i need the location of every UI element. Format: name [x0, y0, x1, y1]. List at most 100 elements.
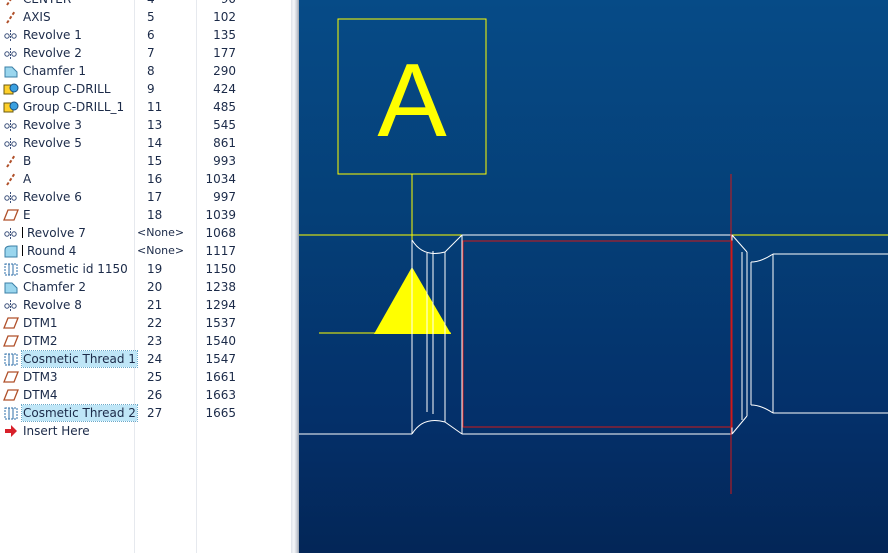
tree-row[interactable]: Revolve 2 7 177 [0, 44, 291, 62]
feature-number: 21 [147, 298, 163, 312]
tree-item-label[interactable]: Revolve 7 [26, 225, 87, 241]
tree-item-label[interactable]: CENTER [22, 0, 72, 7]
shaft-edges [299, 234, 888, 435]
tree-row[interactable]: A 16 1034 [0, 170, 291, 188]
feature-id: 997 [213, 190, 236, 204]
chamfer-icon [3, 280, 19, 294]
round-icon [3, 244, 19, 258]
feature-id: 290 [213, 64, 236, 78]
tree-item-label[interactable]: Revolve 1 [22, 27, 83, 43]
feature-id: 1663 [205, 388, 236, 402]
tree-row[interactable]: AXIS 5 102 [0, 8, 291, 26]
tree-item-label[interactable]: Revolve 6 [22, 189, 83, 205]
feature-number: 27 [147, 406, 163, 420]
tree-item-label[interactable]: Revolve 5 [22, 135, 83, 151]
tree-row[interactable]: CENTER 4 90 [0, 0, 291, 8]
feature-number: 9 [147, 82, 155, 96]
tree-row[interactable]: Cosmetic Thread 2 27 1665 [0, 404, 291, 422]
tree-item-label[interactable]: Chamfer 1 [22, 63, 87, 79]
feature-id: 424 [213, 82, 236, 96]
datum-plane-icon [3, 388, 19, 402]
feature-id: 1034 [205, 172, 236, 186]
tree-row[interactable]: Round 4 <None> 1117 [0, 242, 291, 260]
graphics-window[interactable]: A [299, 0, 888, 553]
tree-item-label[interactable]: AXIS [22, 9, 52, 25]
tree-row[interactable]: Revolve 5 14 861 [0, 134, 291, 152]
model-tree[interactable]: CENTER 4 90 AXIS 5 102 Revolve 1 6 135 Revolve 2 7… [0, 0, 291, 553]
revolve-icon [3, 226, 19, 240]
tree-item-label[interactable]: Chamfer 2 [22, 279, 87, 295]
feature-number: 24 [147, 352, 163, 366]
tree-row[interactable]: Revolve 1 6 135 [0, 26, 291, 44]
tree-row[interactable]: DTM1 22 1537 [0, 314, 291, 332]
tree-row[interactable]: Revolve 6 17 997 [0, 188, 291, 206]
tree-item-label[interactable]: Insert Here [22, 423, 91, 439]
feature-number: 22 [147, 316, 163, 330]
tree-item-label[interactable]: E [22, 207, 32, 223]
feature-id: 102 [213, 10, 236, 24]
feature-id: 1150 [205, 262, 236, 276]
tree-row[interactable]: B 15 993 [0, 152, 291, 170]
feature-id: 1238 [205, 280, 236, 294]
tree-row[interactable]: Revolve 7 <None> 1068 [0, 224, 291, 242]
datum-axis-icon [3, 154, 19, 168]
tree-item-label[interactable]: A [22, 171, 32, 187]
tree-row[interactable]: Group C-DRILL_1 11 485 [0, 98, 291, 116]
tree-row[interactable]: Insert Here [0, 422, 291, 440]
group-icon [3, 100, 19, 114]
insert-here-icon [3, 424, 19, 438]
tree-item-label[interactable]: Group C-DRILL_1 [22, 99, 125, 115]
tree-item-label[interactable]: Group C-DRILL [22, 81, 112, 97]
tree-item-label[interactable]: Cosmetic Thread 2 [21, 404, 138, 422]
tree-item-label[interactable]: DTM1 [22, 315, 59, 331]
feature-number: 18 [147, 208, 163, 222]
feature-number: 26 [147, 388, 163, 402]
tree-row[interactable]: Cosmetic Thread 1 24 1547 [0, 350, 291, 368]
feature-number: 5 [147, 10, 155, 24]
revolve-icon [3, 298, 19, 312]
tree-row[interactable]: Group C-DRILL 9 424 [0, 80, 291, 98]
feature-id: 1117 [205, 244, 236, 258]
revolve-icon [3, 136, 19, 150]
datum-label-text: A [377, 43, 447, 159]
tree-row[interactable]: DTM4 26 1663 [0, 386, 291, 404]
panel-splitter[interactable] [291, 0, 299, 553]
group-icon [3, 82, 19, 96]
datum-plane-icon [3, 208, 19, 222]
feature-number: 15 [147, 154, 163, 168]
tree-row[interactable]: E 18 1039 [0, 206, 291, 224]
tree-item-label[interactable]: DTM2 [22, 333, 59, 349]
feature-number: 19 [147, 262, 163, 276]
feature-number: <None> [137, 226, 185, 239]
feature-id: 1547 [205, 352, 236, 366]
revolve-icon [3, 190, 19, 204]
tree-item-label[interactable]: DTM4 [22, 387, 59, 403]
revolve-icon [3, 28, 19, 42]
tree-item-label[interactable]: Cosmetic Thread 1 [21, 350, 138, 368]
tree-row[interactable]: Revolve 3 13 545 [0, 116, 291, 134]
tree-item-label[interactable]: Revolve 2 [22, 45, 83, 61]
tree-item-label[interactable]: DTM3 [22, 369, 59, 385]
tree-item-label[interactable]: Round 4 [26, 243, 77, 259]
tree-item-label[interactable]: Cosmetic id 1150 [22, 261, 129, 277]
cosmetic-icon [3, 352, 19, 366]
tree-row[interactable]: DTM2 23 1540 [0, 332, 291, 350]
feature-number: 25 [147, 370, 163, 384]
tree-row[interactable]: Revolve 8 21 1294 [0, 296, 291, 314]
model-canvas[interactable]: A [299, 0, 888, 553]
tree-row[interactable]: Chamfer 2 20 1238 [0, 278, 291, 296]
feature-number: 14 [147, 136, 163, 150]
tree-item-label[interactable]: B [22, 153, 32, 169]
feature-id: 1294 [205, 298, 236, 312]
datum-plane-icon [3, 316, 19, 330]
tree-item-label[interactable]: Revolve 3 [22, 117, 83, 133]
feature-number: 6 [147, 28, 155, 42]
feature-id: 1540 [205, 334, 236, 348]
tree-row[interactable]: Cosmetic id 1150 19 1150 [0, 260, 291, 278]
datum-axis-icon [3, 10, 19, 24]
tree-item-label[interactable]: Revolve 8 [22, 297, 83, 313]
feature-number: 4 [147, 0, 155, 7]
tree-row[interactable]: DTM3 25 1661 [0, 368, 291, 386]
revolve-icon [3, 118, 19, 132]
tree-row[interactable]: Chamfer 1 8 290 [0, 62, 291, 80]
